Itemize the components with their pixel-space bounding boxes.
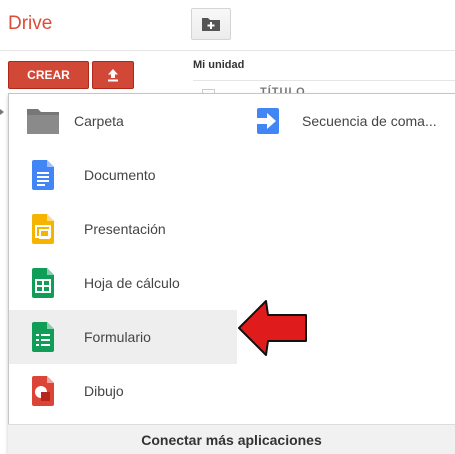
menu-item-document[interactable]: Documento [9,148,237,202]
drawings-icon [19,376,67,406]
folder-icon [19,107,67,135]
docs-icon [19,160,67,190]
slides-icon [19,214,67,244]
script-arrow-icon [244,106,292,136]
menu-item-form[interactable]: Formulario [9,310,237,364]
connect-more-apps-button[interactable]: Conectar más aplicaciones [8,424,455,454]
menu-item-label: Carpeta [74,113,124,129]
menu-item-spreadsheet[interactable]: Hoja de cálculo [9,256,237,310]
upload-button[interactable] [92,61,134,89]
menu-item-label: Dibujo [84,383,124,399]
forms-icon [19,322,67,352]
pointer-arrow-icon [238,300,307,356]
section-divider [193,80,455,81]
menu-item-script[interactable]: Secuencia de coma... [237,94,455,148]
create-button[interactable]: CREAR [8,61,89,89]
menu-item-drawing[interactable]: Dibujo [9,364,237,418]
menu-item-label: Documento [84,167,156,183]
menu-item-folder[interactable]: Carpeta [9,94,237,148]
section-title: Mi unidad [193,59,245,71]
app-title[interactable]: Drive [8,13,52,35]
new-folder-button[interactable] [191,8,231,40]
menu-item-label: Secuencia de coma... [302,113,437,129]
add-folder-icon [202,18,220,31]
menu-item-label: Presentación [84,221,166,237]
create-menu: Carpeta Secuencia de coma... Documento P… [8,93,455,454]
sheets-icon [19,268,67,298]
menu-item-presentation[interactable]: Presentación [9,202,237,256]
menu-item-label: Hoja de cálculo [84,275,180,291]
caret-right-icon [0,109,4,115]
header-divider [0,50,455,51]
menu-item-label: Formulario [84,329,151,345]
upload-icon [108,69,118,82]
